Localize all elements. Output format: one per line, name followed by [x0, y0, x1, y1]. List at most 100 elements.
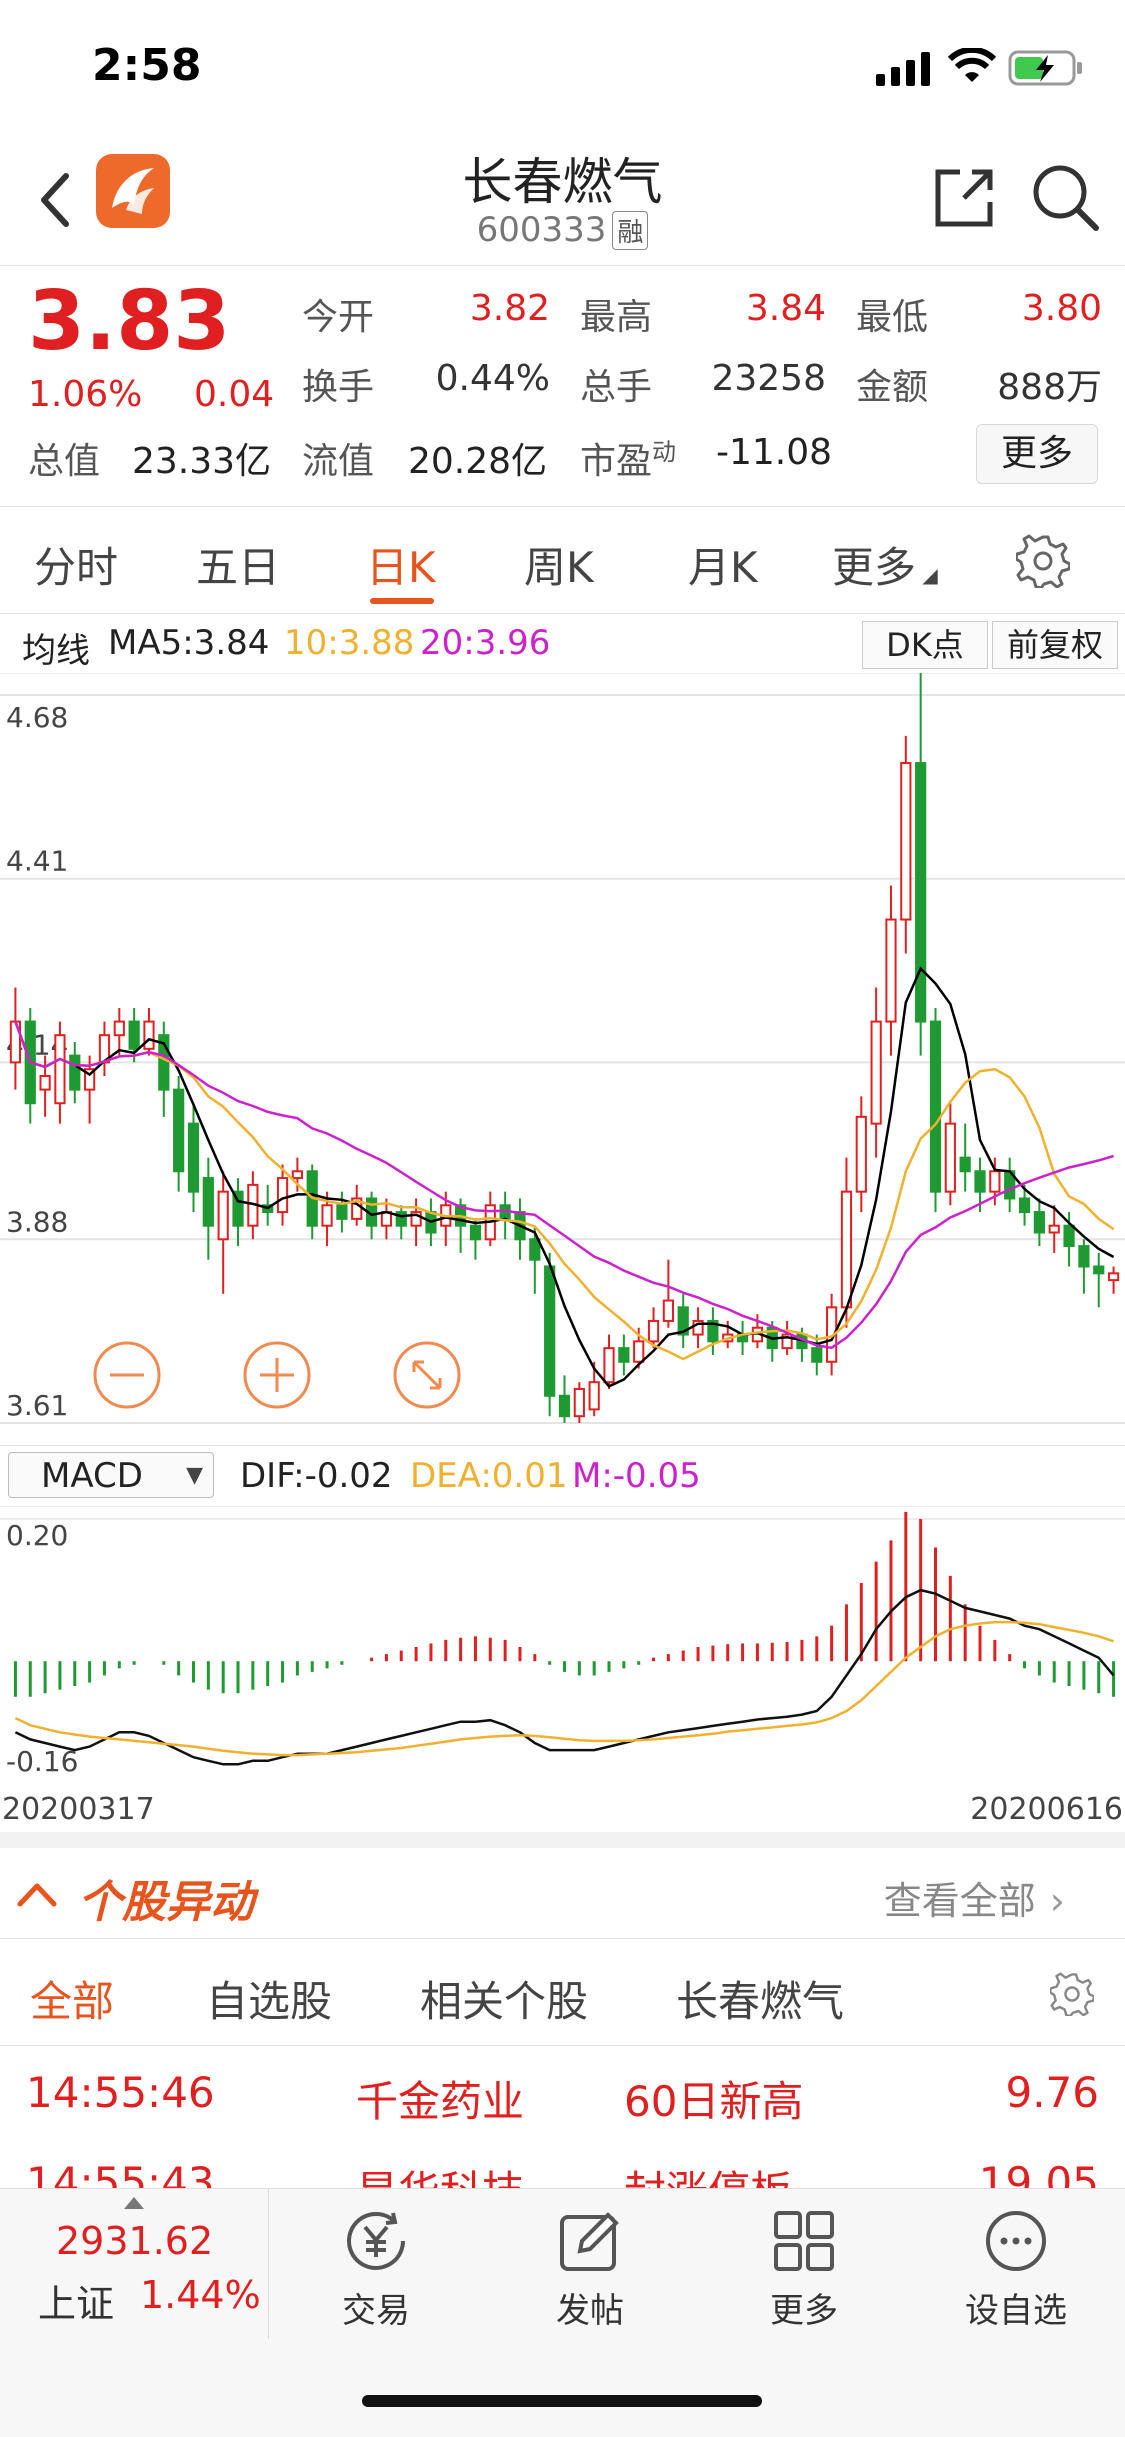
- moving-average-row: 均线 MA5:3.84 10:3.88 20:3.96 DK点 前复权: [0, 615, 1125, 674]
- candle-body: [276, 1177, 289, 1214]
- home-indicator: [362, 2395, 762, 2407]
- index-name: 上证: [38, 2282, 115, 2326]
- candle-body: [291, 1170, 303, 1180]
- y-tick-label: 3.61: [6, 1389, 68, 1422]
- nav-add-watchlist[interactable]: 设自选: [946, 2209, 1086, 2332]
- y-tick-label: 0.20: [6, 1519, 68, 1552]
- pe-value: -11.08: [716, 432, 833, 473]
- view-all-link[interactable]: 查看全部 ›: [884, 1870, 1065, 1925]
- status-time: 2:58: [92, 40, 202, 91]
- open-label: 今开: [302, 297, 375, 338]
- candle-body: [1018, 1197, 1031, 1214]
- list-item[interactable]: 14:55:46 千金药业 60日新高 9.76: [0, 2046, 1125, 2136]
- indicator-select[interactable]: MACD ▼: [8, 1452, 214, 1498]
- tab-monthly-k[interactable]: 月K: [688, 534, 758, 595]
- chart-date-range: 20200317 20200616: [0, 1790, 1125, 1830]
- movement-tab-stock[interactable]: 长春燃气: [676, 1968, 844, 2029]
- nav-post-label: 发帖: [556, 2291, 624, 2331]
- candle-body: [1033, 1211, 1045, 1234]
- candle-body: [870, 1020, 882, 1125]
- quote-more-button[interactable]: 更多: [976, 424, 1098, 484]
- tab-more-label: 更多: [832, 543, 917, 592]
- share-icon[interactable]: [930, 164, 998, 232]
- stock-movement-header: 个股异动 查看全部 ›: [0, 1848, 1125, 1939]
- movement-tab-related[interactable]: 相关个股: [420, 1968, 588, 2029]
- dk-point-button[interactable]: DK点: [862, 621, 988, 669]
- ma5-value: MA5:3.84: [108, 623, 270, 663]
- pe-superscript: 动: [652, 438, 677, 466]
- candle-body: [39, 1075, 51, 1091]
- trade-yen-icon: [347, 2212, 405, 2270]
- candle-body: [915, 762, 927, 1023]
- ma-label: 均线: [22, 631, 90, 671]
- float-cap-value: 20.28亿: [408, 441, 548, 482]
- zoom-out-icon[interactable]: [92, 1340, 162, 1410]
- y-tick-label: 3.88: [6, 1205, 68, 1238]
- candle-body: [618, 1347, 630, 1363]
- gear-icon[interactable]: [1016, 534, 1070, 588]
- cellular-signal-icon: [876, 52, 930, 86]
- movement-tab-watchlist[interactable]: 自选股: [206, 1968, 332, 2029]
- volume-value: 23258: [711, 358, 826, 399]
- candle-body: [128, 1020, 140, 1050]
- low-value: 3.80: [1021, 288, 1102, 329]
- candle-body: [1093, 1265, 1105, 1275]
- candle-body: [662, 1299, 674, 1322]
- change-percent: 1.06%: [28, 374, 143, 415]
- movement-settings-gear-icon[interactable]: [1050, 1972, 1094, 2016]
- movement-event: 60日新高: [624, 2077, 804, 2126]
- candle-body: [900, 762, 912, 921]
- tab-five-day[interactable]: 五日: [196, 534, 280, 595]
- candle-body: [1078, 1245, 1090, 1268]
- stock-header: 长春燃气 600333 融: [0, 130, 1125, 266]
- stock-movement-title: 个股异动: [78, 1877, 254, 1928]
- nav-trade[interactable]: 交易: [306, 2209, 446, 2332]
- tab-daily-k[interactable]: 日K: [366, 534, 436, 595]
- candle-body: [173, 1088, 185, 1173]
- nav-post[interactable]: 发帖: [520, 2209, 660, 2332]
- tab-more[interactable]: 更多 ◢: [832, 534, 938, 595]
- search-icon[interactable]: [1030, 162, 1100, 234]
- chevron-up-icon[interactable]: [16, 1878, 58, 1908]
- kline-chart[interactable]: 4.684.414.143.883.61: [0, 673, 1125, 1443]
- adjust-mode-button[interactable]: 前复权: [992, 621, 1118, 669]
- candle-body: [143, 1020, 155, 1050]
- candle-body: [202, 1177, 214, 1227]
- nav-add-watchlist-label: 设自选: [965, 2291, 1067, 2331]
- open-value: 3.82: [469, 288, 550, 329]
- movement-filter-tabs: 全部 自选股 相关个股 长春燃气: [0, 1940, 1125, 2046]
- ellipsis-circle-icon: [986, 2211, 1046, 2271]
- candle-body: [573, 1387, 585, 1418]
- m-value: M:-0.05: [572, 1456, 701, 1496]
- nav-more[interactable]: 更多: [734, 2209, 874, 2332]
- start-date: 20200317: [2, 1792, 155, 1827]
- candle-body: [647, 1319, 660, 1343]
- compose-icon: [560, 2212, 619, 2271]
- ma20-value: 20:3.96: [420, 623, 551, 663]
- candle-body: [469, 1224, 482, 1241]
- tab-intraday[interactable]: 分时: [34, 534, 118, 595]
- chart-period-tabs: 分时 五日 日K 周K 月K 更多 ◢: [0, 508, 1125, 614]
- tab-more-caret-icon: ◢: [916, 563, 938, 587]
- current-price: 3.83: [28, 274, 231, 369]
- macd-chart[interactable]: 0.20 -0.16: [0, 1505, 1125, 1790]
- high-value: 3.84: [745, 288, 826, 329]
- amount-value: 888万: [997, 367, 1102, 408]
- candle-body: [69, 1054, 81, 1091]
- movement-tab-all[interactable]: 全部: [30, 1968, 114, 2029]
- candle-body: [885, 918, 897, 1023]
- turnover-value: 0.44%: [435, 358, 550, 399]
- active-tab-indicator: [370, 598, 434, 604]
- candle-body: [1107, 1272, 1120, 1282]
- tab-weekly-k[interactable]: 周K: [524, 534, 594, 595]
- zoom-in-icon[interactable]: [242, 1340, 312, 1410]
- candle-body: [633, 1340, 645, 1363]
- candle-body: [529, 1238, 541, 1261]
- quote-panel: 3.83 1.06% 0.04 今开 3.82 最高 3.84 最低 3.80 …: [0, 266, 1125, 507]
- battery-charging-icon: [1008, 50, 1082, 86]
- status-bar: 2:58: [0, 0, 1125, 130]
- index-ticker[interactable]: 2931.62 上证 1.44%: [0, 2189, 269, 2339]
- index-value: 2931.62: [56, 2219, 214, 2263]
- candle-body: [989, 1170, 1001, 1193]
- fullscreen-icon[interactable]: [392, 1340, 462, 1410]
